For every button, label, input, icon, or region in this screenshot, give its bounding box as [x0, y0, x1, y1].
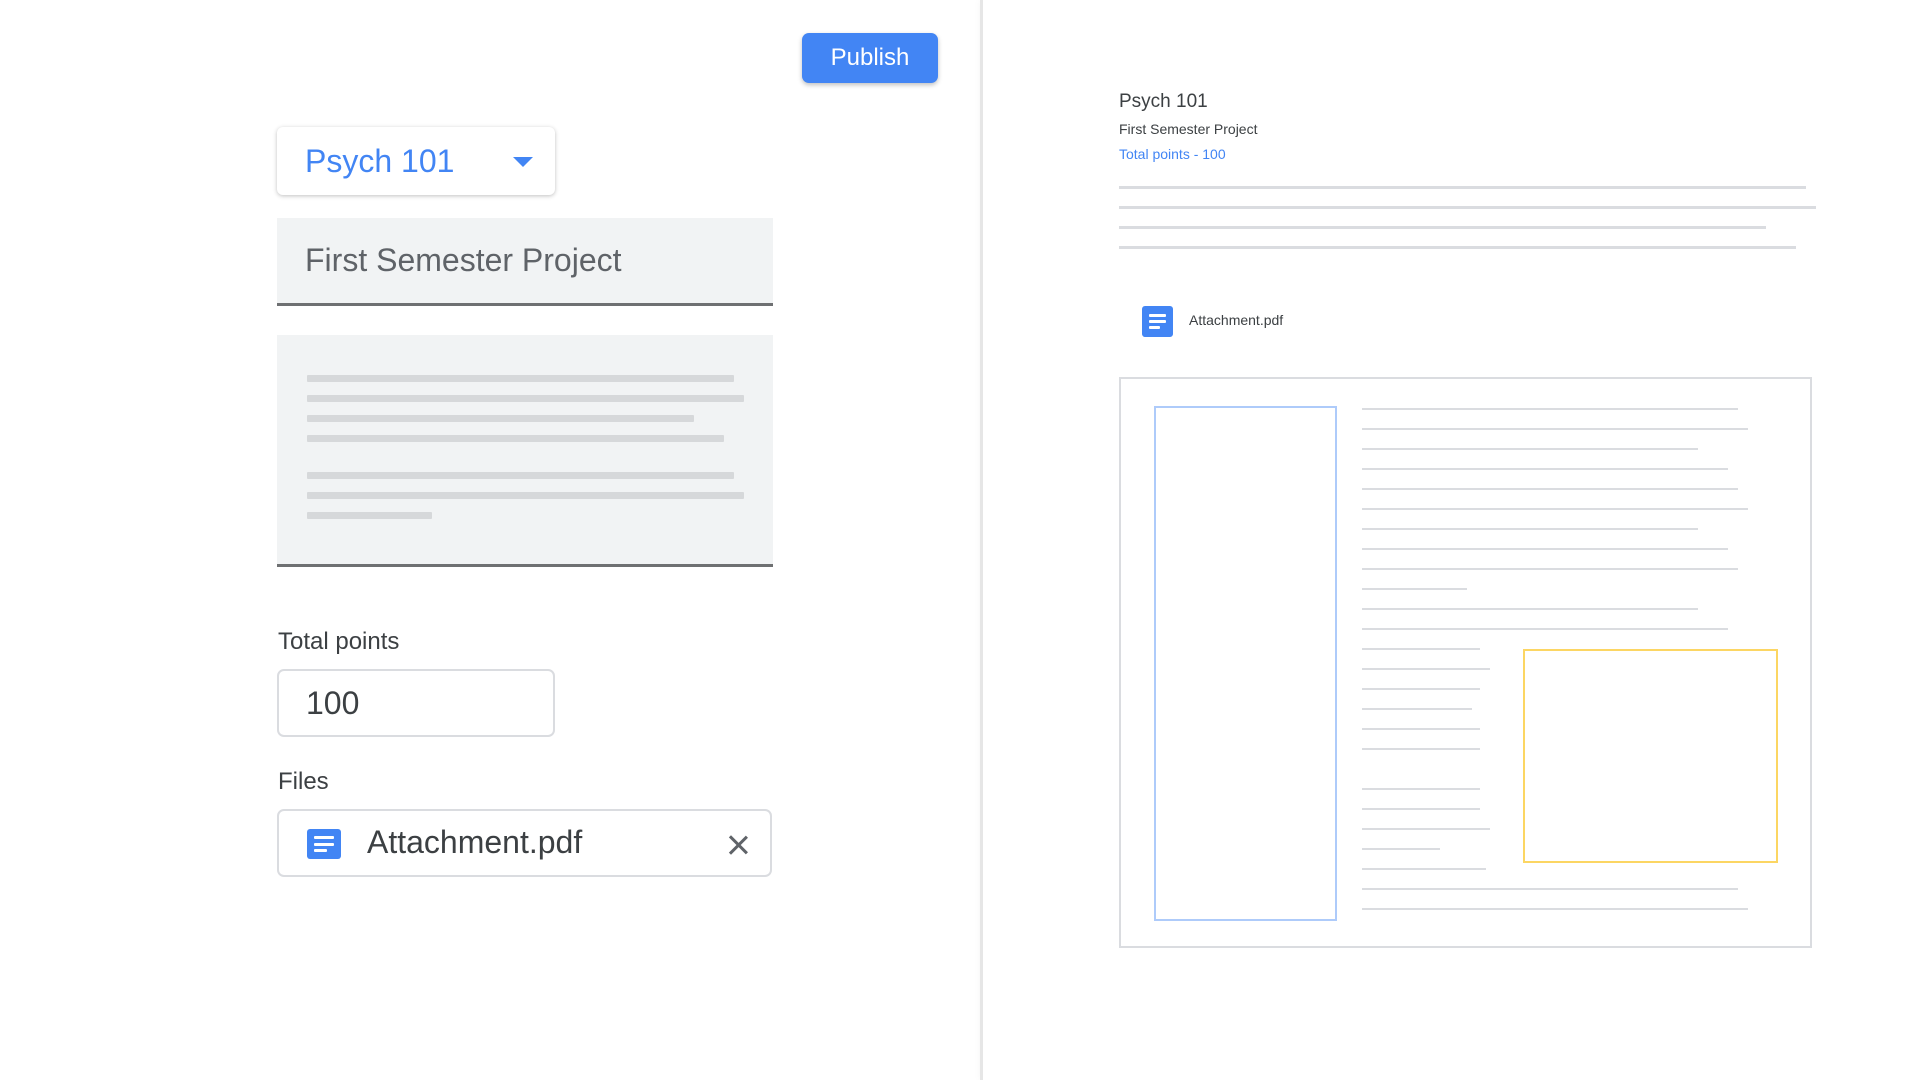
total-points-input[interactable]: 100 [277, 669, 555, 737]
image-placeholder [1154, 406, 1337, 921]
attachment-chip[interactable]: Attachment.pdf [277, 809, 772, 877]
document-text-placeholder [1362, 548, 1728, 550]
document-text-placeholder [1362, 728, 1480, 730]
preview-class-name: Psych 101 [1119, 91, 1208, 112]
document-text-placeholder [1362, 568, 1738, 570]
document-text-placeholder [1362, 448, 1698, 450]
preview-title: First Semester Project [1119, 121, 1258, 137]
preview-description-placeholder [1119, 246, 1796, 249]
document-text-placeholder [1362, 408, 1738, 410]
description-input[interactable] [277, 335, 773, 567]
document-text-placeholder [1362, 748, 1480, 750]
title-input-value: First Semester Project [305, 242, 622, 278]
document-text-placeholder [1362, 588, 1467, 590]
document-text-placeholder [1362, 488, 1738, 490]
assignment-editor: Publish Psych 101 First Semester Project… [0, 0, 983, 1080]
image-placeholder [1523, 649, 1778, 863]
description-text-placeholder [307, 512, 432, 519]
document-text-placeholder [1362, 508, 1748, 510]
document-text-placeholder [1362, 528, 1698, 530]
document-text-placeholder [1362, 888, 1738, 890]
preview-description-placeholder [1119, 186, 1806, 189]
doc-icon [1142, 306, 1173, 337]
close-icon[interactable] [727, 834, 749, 856]
student-preview: Psych 101 First Semester Project Total p… [983, 0, 1920, 1080]
description-text-placeholder [307, 435, 724, 442]
description-text-placeholder [307, 375, 734, 382]
document-text-placeholder [1362, 788, 1480, 790]
document-text-placeholder [1362, 908, 1748, 910]
description-text-placeholder [307, 415, 694, 422]
publish-button[interactable]: Publish [802, 33, 938, 83]
document-text-placeholder [1362, 828, 1490, 830]
document-text-placeholder [1362, 468, 1728, 470]
attachment-preview [1119, 377, 1812, 948]
preview-attachment-name[interactable]: Attachment.pdf [1189, 312, 1283, 328]
preview-description-placeholder [1119, 226, 1766, 229]
description-text-placeholder [307, 395, 744, 402]
document-text-placeholder [1362, 868, 1486, 870]
document-text-placeholder [1362, 708, 1472, 710]
document-text-placeholder [1362, 848, 1440, 850]
total-points-value: 100 [306, 684, 360, 721]
description-text-placeholder [307, 472, 734, 479]
preview-points: Total points - 100 [1119, 146, 1226, 162]
preview-description-placeholder [1119, 206, 1816, 209]
title-input[interactable]: First Semester Project [277, 218, 773, 306]
document-text-placeholder [1362, 668, 1490, 670]
document-text-placeholder [1362, 648, 1480, 650]
app-root: Publish Psych 101 First Semester Project… [0, 0, 1920, 1080]
document-text-placeholder [1362, 428, 1748, 430]
dropdown-caret-icon [513, 157, 533, 167]
total-points-label: Total points [278, 628, 400, 655]
attachment-name: Attachment.pdf [367, 824, 583, 860]
files-label: Files [278, 768, 329, 795]
description-text-placeholder [307, 492, 744, 499]
class-select[interactable]: Psych 101 [277, 127, 555, 195]
document-text-placeholder [1362, 628, 1728, 630]
document-text-placeholder [1362, 688, 1480, 690]
document-text-placeholder [1362, 608, 1698, 610]
doc-icon [307, 829, 341, 859]
class-select-value: Psych 101 [305, 142, 455, 179]
document-text-placeholder [1362, 808, 1480, 810]
